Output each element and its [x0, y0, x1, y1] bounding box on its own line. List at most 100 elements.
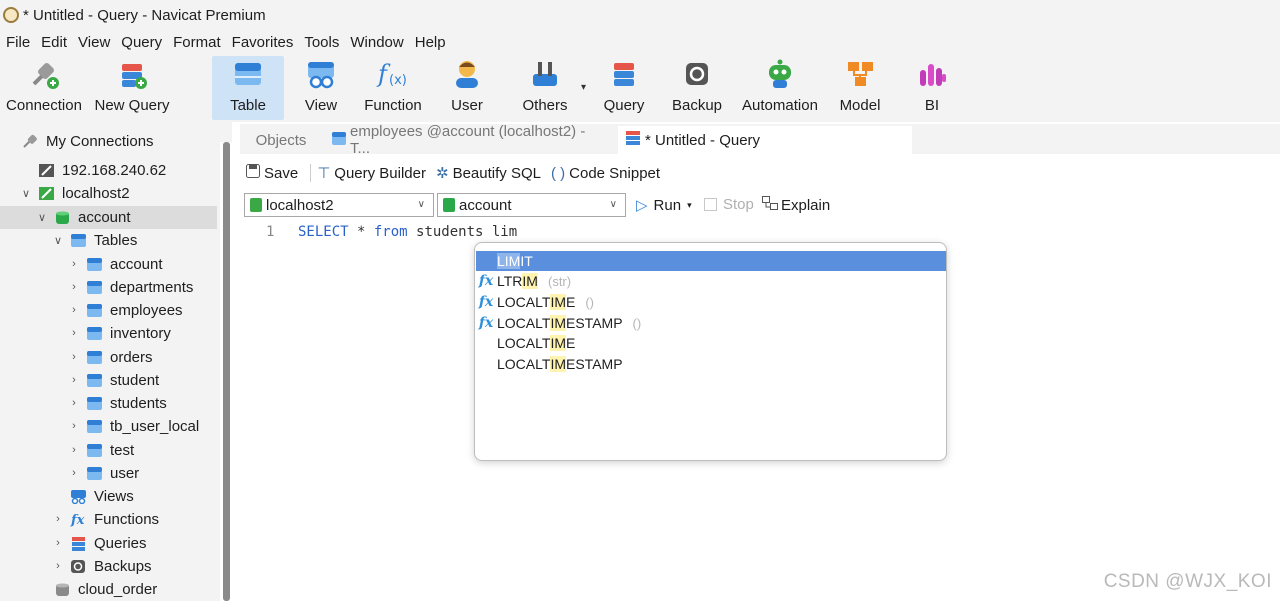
- tree-item-localhost2[interactable]: ∨ localhost2: [20, 182, 130, 204]
- run-button[interactable]: ▷ Run ▾: [636, 196, 692, 215]
- user-button[interactable]: User: [440, 56, 494, 120]
- table-row[interactable]: › student: [68, 369, 159, 391]
- chevron-right-icon[interactable]: ›: [68, 444, 80, 456]
- chevron-right-icon[interactable]: ›: [68, 327, 80, 339]
- chevron-right-icon[interactable]: ›: [52, 537, 64, 549]
- chevron-right-icon[interactable]: ›: [52, 513, 64, 525]
- autocomplete-name: LOCALTIME: [497, 294, 576, 310]
- sidebar-scrollbar[interactable]: [220, 142, 232, 601]
- chevron-down-icon[interactable]: ∨: [20, 187, 32, 200]
- connection-select-value: localhost2: [266, 196, 334, 214]
- chevron-down-icon[interactable]: ∨: [36, 211, 48, 224]
- save-button[interactable]: Save: [246, 164, 298, 182]
- query-builder-label: Query Builder: [334, 164, 426, 182]
- menu-edit[interactable]: Edit: [35, 34, 72, 51]
- explain-button[interactable]: Explain: [762, 196, 830, 214]
- connection-button[interactable]: Connection: [4, 56, 84, 120]
- table-row[interactable]: › account: [68, 253, 162, 275]
- backup-icon: [680, 57, 714, 91]
- view-icon: [304, 57, 338, 91]
- automation-button[interactable]: Automation: [736, 56, 824, 120]
- tree-label: employees: [110, 301, 183, 319]
- chevron-right-icon[interactable]: ›: [68, 467, 80, 479]
- view-button[interactable]: View: [292, 56, 350, 120]
- function-label: Function: [364, 97, 422, 114]
- chevron-right-icon[interactable]: ›: [68, 397, 80, 409]
- tab-objects[interactable]: Objects: [240, 126, 322, 154]
- table-button[interactable]: Table: [212, 56, 284, 120]
- table-row[interactable]: › tb_user_local: [68, 415, 199, 437]
- tree-item-database-account[interactable]: ∨ account: [36, 206, 131, 228]
- table-label: Table: [230, 97, 266, 114]
- sql-editor[interactable]: SELECT * from students lim: [298, 224, 517, 240]
- tree-item-connection-192[interactable]: 192.168.240.62: [38, 159, 166, 181]
- functions-icon: fx: [70, 512, 87, 528]
- model-button[interactable]: Model: [834, 56, 886, 120]
- autocomplete-item[interactable]: LOCALTIME: [476, 333, 946, 353]
- chevron-down-icon[interactable]: ∨: [52, 234, 64, 247]
- database-select-value: account: [459, 196, 512, 214]
- window-title: * Untitled - Query - Navicat Premium: [23, 6, 266, 24]
- table-row[interactable]: › orders: [68, 346, 152, 368]
- query-toolbar: Save ⊤ Query Builder ✲ Beautify SQL ( ) …: [240, 158, 670, 188]
- tree-label: localhost2: [62, 184, 130, 202]
- menu-window[interactable]: Window: [344, 34, 408, 51]
- scrollbar-thumb[interactable]: [223, 142, 230, 601]
- autocomplete-item[interactable]: fx LOCALTIMESTAMP (): [476, 313, 946, 333]
- backup-button[interactable]: Backup: [668, 56, 726, 120]
- line-number: 1: [266, 224, 275, 240]
- tree-item-backups[interactable]: › Backups: [52, 555, 151, 577]
- tab-untitled-query[interactable]: * Untitled - Query: [618, 126, 912, 154]
- autocomplete-item[interactable]: fx LOCALTIME (): [476, 292, 946, 312]
- autocomplete-item[interactable]: LIMIT: [476, 251, 946, 271]
- code-snippet-button[interactable]: ( ) Code Snippet: [551, 165, 660, 182]
- sparkle-icon: ✲: [436, 165, 449, 182]
- table-row[interactable]: › inventory: [68, 322, 171, 344]
- menu-format[interactable]: Format: [167, 34, 226, 51]
- menu-file[interactable]: File: [0, 34, 35, 51]
- chevron-right-icon[interactable]: ›: [68, 304, 80, 316]
- backup-label: Backup: [671, 97, 723, 114]
- others-button[interactable]: Others ▾: [514, 56, 586, 120]
- tab-employees[interactable]: employees @account (localhost2) - T...: [324, 123, 616, 157]
- chevron-right-icon[interactable]: ›: [68, 281, 80, 293]
- bi-button[interactable]: BI: [908, 56, 956, 120]
- table-row[interactable]: › user: [68, 462, 139, 484]
- code-snippet-icon: ( ): [550, 164, 566, 182]
- my-connections-header[interactable]: My Connections: [22, 130, 154, 152]
- tree-item-tables[interactable]: ∨ Tables: [52, 229, 137, 251]
- database-select[interactable]: account ∨: [437, 193, 626, 217]
- function-button[interactable]: f (x) Function: [358, 56, 428, 120]
- chevron-right-icon[interactable]: ›: [68, 258, 80, 270]
- tree-label: students: [110, 394, 167, 412]
- chevron-right-icon[interactable]: ›: [68, 374, 80, 386]
- table-row[interactable]: › departments: [68, 276, 193, 298]
- query-button[interactable]: Query: [596, 56, 652, 120]
- tree-item-views[interactable]: Views: [70, 485, 134, 507]
- autocomplete-item[interactable]: fx LTRIM (str): [476, 271, 946, 291]
- table-row[interactable]: › test: [68, 439, 134, 461]
- menu-query[interactable]: Query: [115, 34, 167, 51]
- autocomplete-item[interactable]: LOCALTIMESTAMP: [476, 354, 946, 374]
- tree-item-queries[interactable]: › Queries: [52, 532, 146, 554]
- beautify-label: Beautify SQL: [452, 164, 541, 182]
- chevron-right-icon[interactable]: ›: [68, 420, 80, 432]
- stop-button[interactable]: Stop: [704, 196, 754, 213]
- menu-view[interactable]: View: [72, 34, 115, 51]
- tree-item-functions[interactable]: › fx Functions: [52, 508, 159, 530]
- new-query-icon: [115, 57, 149, 91]
- new-query-button[interactable]: New Query: [92, 56, 172, 120]
- tree-item-database-cloud-order[interactable]: cloud_order: [54, 578, 157, 600]
- run-dropdown-caret-icon[interactable]: ▾: [687, 200, 692, 211]
- connection-select[interactable]: localhost2 ∨: [244, 193, 434, 217]
- query-builder-button[interactable]: ⊤ Query Builder: [317, 164, 426, 183]
- chevron-right-icon[interactable]: ›: [52, 560, 64, 572]
- table-row[interactable]: › employees: [68, 299, 183, 321]
- table-row[interactable]: › students: [68, 392, 167, 414]
- menu-help[interactable]: Help: [409, 34, 451, 51]
- menu-favorites[interactable]: Favorites: [226, 34, 299, 51]
- beautify-sql-button[interactable]: ✲ Beautify SQL: [436, 164, 541, 183]
- chevron-right-icon[interactable]: ›: [68, 351, 80, 363]
- menu-tools[interactable]: Tools: [298, 34, 344, 51]
- others-dropdown-caret-icon[interactable]: ▾: [581, 82, 586, 93]
